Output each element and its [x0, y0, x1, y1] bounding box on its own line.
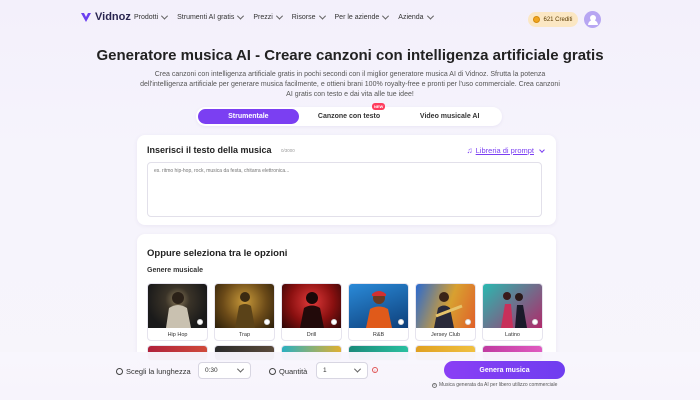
genre-trap[interactable]: Trap — [214, 283, 275, 341]
commercial-use-note: © Musica generata da AI per libero utili… — [432, 382, 557, 388]
coin-icon — [533, 16, 541, 23]
prompt-library-label: Libreria di prompt — [475, 146, 534, 155]
genre-latino[interactable]: Latino — [482, 283, 543, 341]
radio-icon — [398, 319, 404, 325]
chevron-down-icon — [237, 12, 245, 20]
options-title: Oppure seleziona tra le opzioni — [147, 248, 288, 259]
generate-music-button[interactable]: Genera musica — [444, 361, 565, 379]
info-icon[interactable]: i — [372, 367, 378, 373]
main-menu: Prodotti Strumenti AI gratis Prezzi Riso… — [134, 12, 434, 21]
menu-item-prezzi[interactable]: Prezzi — [253, 12, 283, 21]
chevron-down-icon — [353, 365, 362, 373]
genre-label: Latino — [505, 331, 520, 338]
length-label-text: Scegli la lunghezza — [126, 367, 191, 376]
genre-label: Hip Hop — [167, 331, 188, 338]
length-select[interactable]: 0:30 — [198, 362, 251, 379]
mode-tabs: Strumentale Canzone con testo NEW Video m… — [196, 103, 502, 126]
menu-label: Strumenti AI gratis — [177, 14, 235, 21]
quantity-value: 1 — [323, 367, 327, 374]
tab-strumentale[interactable]: Strumentale — [198, 109, 299, 124]
length-value: 0:30 — [205, 367, 218, 374]
length-label: Scegli la lunghezza — [116, 367, 191, 376]
menu-label: Risorse — [291, 14, 316, 21]
user-avatar[interactable] — [584, 11, 601, 28]
chevron-down-icon — [275, 12, 283, 20]
lyrics-input[interactable] — [147, 162, 542, 217]
menu-item-azienda[interactable]: Azienda — [398, 12, 434, 21]
genre-label: Trap — [238, 331, 251, 338]
genre-label: Jersey Club — [430, 331, 461, 338]
music-note-icon: ♫ — [466, 146, 473, 155]
options-card: Oppure seleziona tra le opzioni Genere m… — [137, 234, 556, 364]
genre-label: Drill — [306, 331, 317, 338]
menu-label: Prezzi — [253, 14, 273, 21]
prompt-library-link[interactable]: ♫ Libreria di prompt — [466, 146, 545, 155]
chevron-down-icon — [236, 365, 245, 373]
genre-drill[interactable]: Drill — [281, 283, 342, 341]
menu-label: Per le aziende — [334, 14, 380, 21]
chevron-down-icon — [318, 12, 326, 20]
quantity-label: Quantità — [269, 367, 307, 376]
lyrics-title: Inserisci il testo della musica — [147, 145, 272, 155]
chevron-down-icon — [382, 12, 390, 20]
radio-icon — [532, 319, 538, 325]
credits-count: 621 Crediti — [543, 16, 573, 23]
chevron-down-icon — [539, 146, 545, 153]
clock-icon — [116, 368, 123, 375]
vidnoz-logo-icon — [81, 13, 91, 22]
char-counter: 0/3000 — [281, 148, 295, 153]
vidnoz-logo[interactable]: Vidnoz — [80, 11, 131, 23]
user-icon-body — [587, 20, 598, 25]
quantity-label-text: Quantità — [279, 367, 308, 376]
tab-canzone-con-testo[interactable]: Canzone con testo NEW — [299, 103, 400, 124]
genre-grid: Hip Hop Trap Drill R&B Jersey Club Latin… — [147, 283, 543, 341]
menu-item-prodotti[interactable]: Prodotti — [134, 12, 169, 21]
tab-video-musicale[interactable]: Video musicale AI — [399, 109, 500, 124]
menu-label: Prodotti — [134, 14, 159, 21]
genre-heading: Genere musicale — [147, 267, 204, 274]
tab-label: Video musicale AI — [419, 113, 480, 120]
quantity-select[interactable]: 1 — [316, 362, 368, 379]
page-subtitle: Crea canzoni con intelligenza artificial… — [140, 71, 560, 98]
new-badge: NEW — [372, 103, 386, 110]
tab-label: Strumentale — [228, 113, 269, 120]
radio-icon — [465, 319, 471, 325]
chevron-down-icon — [426, 12, 434, 20]
commercial-use-text: Musica generata da AI per libero utilizz… — [439, 382, 558, 388]
credits-badge[interactable]: 621 Crediti — [528, 12, 578, 27]
top-navbar: Vidnoz Prodotti Strumenti AI gratis Prez… — [0, 0, 700, 38]
genre-hip-hop[interactable]: Hip Hop — [147, 283, 208, 341]
genre-jersey-club[interactable]: Jersey Club — [415, 283, 476, 341]
menu-item-risorse[interactable]: Risorse — [291, 12, 326, 21]
copyright-icon: © — [432, 382, 437, 388]
brand-name: Vidnoz — [95, 11, 131, 23]
genre-rnb[interactable]: R&B — [348, 283, 409, 341]
menu-item-strumenti[interactable]: Strumenti AI gratis — [177, 12, 245, 21]
radio-icon — [197, 319, 203, 325]
lyrics-card: Inserisci il testo della musica 0/3000 ♫… — [137, 135, 556, 225]
radio-icon — [264, 319, 270, 325]
menu-label: Azienda — [398, 14, 424, 21]
radio-icon — [331, 319, 337, 325]
page-title: Generatore musica AI - Creare canzoni co… — [96, 47, 604, 64]
genre-label: R&B — [372, 331, 385, 338]
tab-label: Canzone con testo — [317, 113, 381, 120]
chevron-down-icon — [161, 12, 169, 20]
menu-item-aziende[interactable]: Per le aziende — [334, 12, 390, 21]
quantity-icon — [269, 368, 276, 375]
